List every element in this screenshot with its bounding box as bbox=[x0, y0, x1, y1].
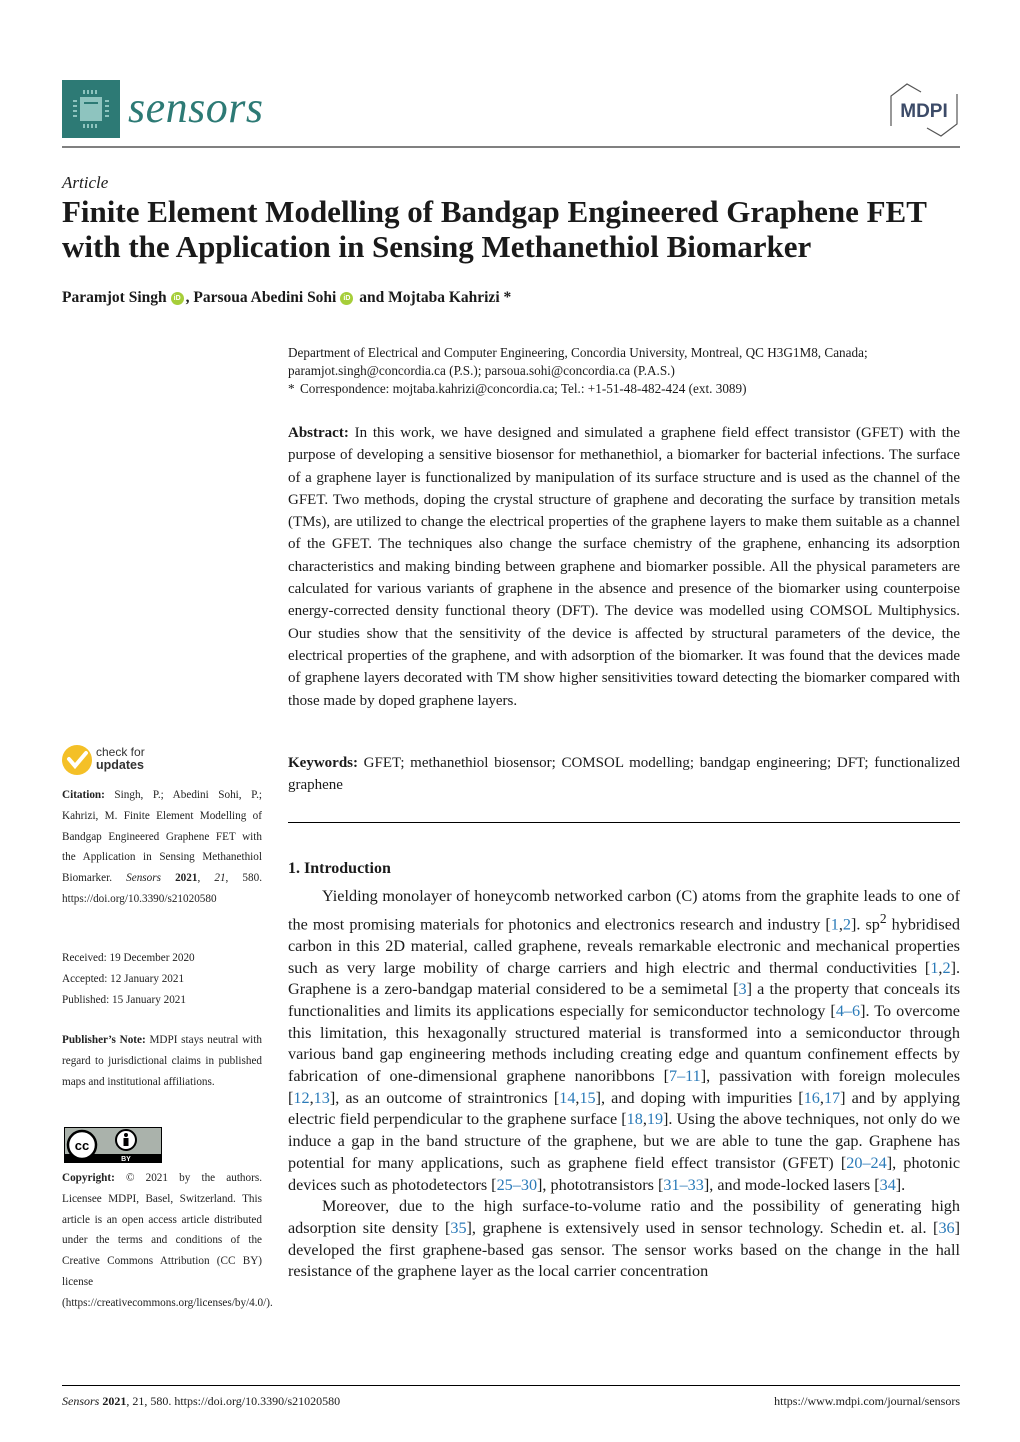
check-updates-badge bbox=[62, 745, 92, 775]
journal-name[interactable]: sensors bbox=[128, 82, 264, 134]
correspondence-marker: * bbox=[288, 381, 295, 396]
section-divider bbox=[288, 822, 960, 823]
citation-text: Singh, P.; Abedini Sohi, P.; Kahrizi, M.… bbox=[62, 789, 262, 885]
reference-link[interactable]: 14 bbox=[559, 1089, 575, 1107]
received-date: Received: 19 December 2020 bbox=[62, 952, 195, 964]
orcid-icon[interactable]: iD bbox=[340, 292, 354, 305]
affiliation-block: Department of Electrical and Computer En… bbox=[288, 344, 968, 398]
reference-link[interactable]: 25–30 bbox=[497, 1176, 537, 1194]
section-heading-introduction: 1. Introduction bbox=[288, 860, 391, 877]
cc-by-license-badge[interactable]: cc BY bbox=[64, 1127, 162, 1163]
correspondence-text[interactable]: Correspondence: mojtaba.kahrizi@concordi… bbox=[300, 381, 747, 396]
abstract-text: In this work, we have designed and simul… bbox=[288, 425, 960, 709]
check-updates-line1: check for bbox=[96, 745, 145, 759]
mdpi-hexagon-icon: MDPI bbox=[890, 83, 958, 137]
reference-link[interactable]: 4–6 bbox=[836, 1002, 860, 1020]
footer-divider bbox=[62, 1385, 960, 1386]
superscript: 2 bbox=[879, 910, 887, 926]
cc-icon-text: cc bbox=[75, 1138, 89, 1153]
footer-citation: Sensors 2021, 21, 580. https://doi.org/1… bbox=[62, 1394, 340, 1409]
check-for-updates-button[interactable]: check for updates bbox=[62, 745, 162, 781]
citation-year: 2021 bbox=[175, 872, 198, 885]
reference-link[interactable]: 7–11 bbox=[669, 1067, 701, 1085]
accepted-date: Accepted: 12 January 2021 bbox=[62, 972, 185, 985]
reference-link[interactable]: 31–33 bbox=[663, 1176, 703, 1194]
reference-link[interactable]: 2 bbox=[942, 959, 950, 977]
reference-link[interactable]: 18 bbox=[627, 1110, 643, 1128]
author-name[interactable]: Paramjot Singh bbox=[62, 289, 167, 306]
keywords-label: Keywords: bbox=[288, 755, 358, 771]
check-updates-line2: updates bbox=[96, 758, 144, 772]
copyright-block: Copyright: © 2021 by the authors. Licens… bbox=[62, 1168, 273, 1314]
article-title: Finite Element Modelling of Bandgap Engi… bbox=[62, 194, 927, 264]
citation-journal: Sensors bbox=[126, 872, 161, 885]
paragraph: Moreover, due to the high surface-to-vol… bbox=[288, 1197, 961, 1281]
reference-link[interactable]: 34 bbox=[880, 1176, 896, 1194]
paragraph: Yielding monolayer of honeycomb networke… bbox=[288, 887, 961, 1194]
publisher-note: Publisher’s Note: MDPI stays neutral wit… bbox=[62, 1030, 262, 1092]
checkmark-icon bbox=[67, 751, 88, 770]
footer-doi[interactable]: , 21, 580. https://doi.org/10.3390/s2102… bbox=[126, 1394, 340, 1408]
copyright-label: Copyright: bbox=[62, 1172, 115, 1184]
author-emails[interactable]: paramjot.singh@concordia.ca (P.S.); pars… bbox=[288, 362, 968, 380]
orcid-icon[interactable]: iD bbox=[170, 292, 184, 305]
reference-link[interactable]: 17 bbox=[824, 1089, 840, 1107]
abstract-label: Abstract: bbox=[288, 425, 349, 441]
introduction-body: Yielding monolayer of honeycomb networke… bbox=[288, 886, 960, 1283]
correspondence-line: * Correspondence: mojtaba.kahrizi@concord… bbox=[288, 380, 968, 398]
chip-icon bbox=[73, 90, 109, 128]
reference-link[interactable]: 16 bbox=[804, 1089, 820, 1107]
footer-year: 2021 bbox=[102, 1394, 127, 1408]
citation-volume: 21 bbox=[214, 872, 226, 885]
reference-link[interactable]: 20–24 bbox=[846, 1154, 886, 1172]
abstract: Abstract: In this work, we have designed… bbox=[288, 422, 960, 712]
by-label: BY bbox=[121, 1156, 131, 1163]
reference-link[interactable]: 13 bbox=[314, 1089, 330, 1107]
copyright-text: © 2021 by the authors. Licensee MDPI, Ba… bbox=[62, 1172, 273, 1309]
footer-journal-url[interactable]: https://www.mdpi.com/journal/sensors bbox=[700, 1394, 960, 1409]
dates-block: Received: 19 December 2020 Accepted: 12 … bbox=[62, 948, 262, 1010]
published-date: Published: 15 January 2021 bbox=[62, 993, 186, 1006]
journal-logo[interactable] bbox=[62, 80, 120, 138]
footer-journal: Sensors bbox=[62, 1394, 100, 1408]
keywords: Keywords: GFET; methanethiol biosensor; … bbox=[288, 752, 960, 797]
reference-link[interactable]: 12 bbox=[293, 1089, 309, 1107]
reference-link[interactable]: 3 bbox=[739, 980, 747, 998]
reference-link[interactable]: 35 bbox=[450, 1219, 466, 1237]
mdpi-logo[interactable]: MDPI bbox=[885, 82, 963, 138]
author-separator: and bbox=[355, 289, 389, 306]
keywords-text: GFET; methanethiol biosensor; COMSOL mod… bbox=[288, 755, 960, 794]
citation-label: Citation: bbox=[62, 789, 105, 801]
author-name[interactable]: Mojtaba Kahrizi * bbox=[388, 289, 511, 306]
author-list: Paramjot Singh iD, Parsoua Abedini Sohi iD… bbox=[62, 289, 511, 307]
author-name[interactable]: Parsoua Abedini Sohi bbox=[193, 289, 336, 306]
reference-link[interactable]: 19 bbox=[647, 1110, 663, 1128]
reference-link[interactable]: 2 bbox=[843, 915, 851, 933]
citation-block: Citation: Singh, P.; Abedini Sohi, P.; K… bbox=[62, 789, 263, 905]
reference-link[interactable]: 1 bbox=[831, 915, 839, 933]
reference-link[interactable]: 36 bbox=[938, 1219, 954, 1237]
article-type: Article bbox=[62, 173, 109, 192]
reference-link[interactable]: 1 bbox=[930, 959, 938, 977]
affiliation-line: Department of Electrical and Computer En… bbox=[288, 345, 868, 360]
reference-link[interactable]: 15 bbox=[579, 1089, 595, 1107]
mdpi-logo-text: MDPI bbox=[900, 101, 948, 122]
publisher-note-label: Publisher’s Note: bbox=[62, 1034, 146, 1046]
header-divider bbox=[62, 146, 960, 148]
